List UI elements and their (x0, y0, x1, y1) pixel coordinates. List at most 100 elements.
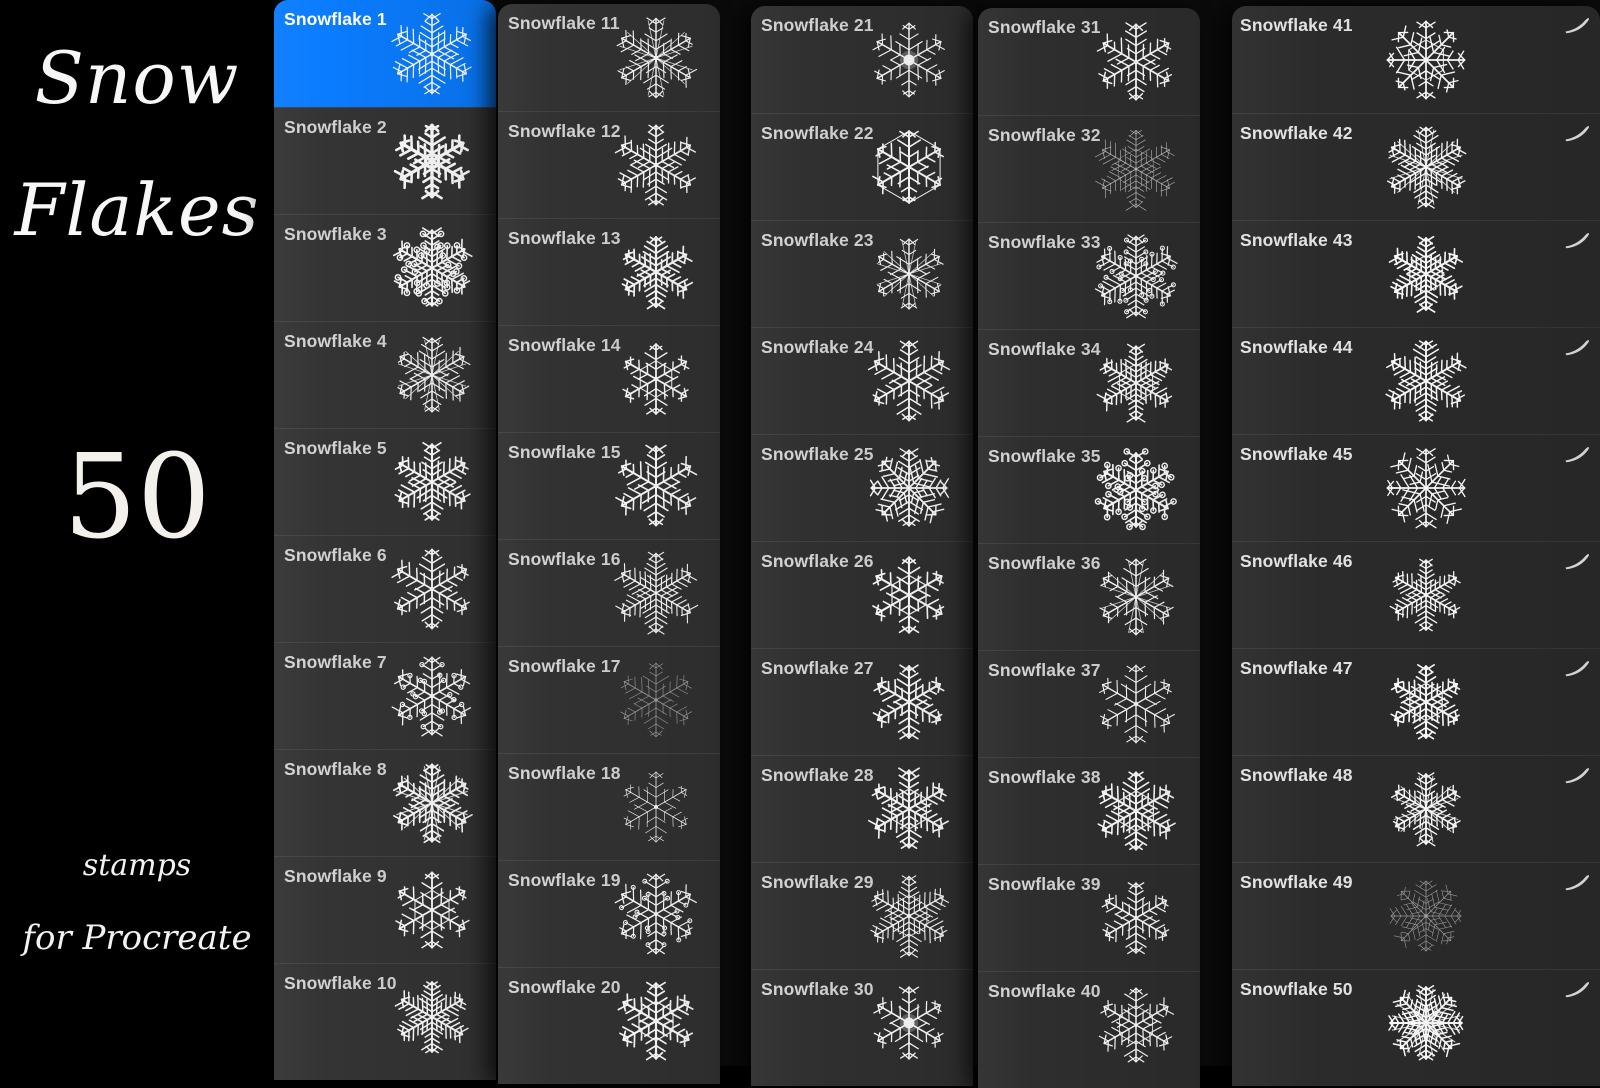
snowflake-thumbnail-icon (863, 121, 955, 213)
brush-row[interactable]: Snowflake 31 (978, 8, 1200, 115)
brush-name-label: Snowflake 48 (1240, 765, 1353, 785)
brush-name-label: Snowflake 2 (284, 117, 387, 137)
brush-row[interactable]: Snowflake 23 (751, 220, 973, 327)
brush-row[interactable]: Snowflake 3 (274, 214, 496, 321)
snowflake-thumbnail-icon (610, 975, 702, 1067)
snowflake-thumbnail-icon (863, 335, 955, 427)
brush-stroke-swipe-icon (1564, 659, 1590, 677)
snowflake-thumbnail-icon (1090, 16, 1182, 108)
brush-column-3[interactable]: Snowflake 21 Snowflake 22 Snowflake 23 Snow… (751, 6, 973, 1086)
brush-name-label: Snowflake 37 (988, 660, 1101, 680)
brush-row[interactable]: Snowflake 12 (498, 111, 720, 218)
brush-row[interactable]: Snowflake 13 (498, 218, 720, 325)
snowflake-thumbnail-icon (610, 12, 702, 104)
snowflake-thumbnail-icon (1090, 551, 1182, 643)
brush-name-label: Snowflake 14 (508, 335, 621, 355)
brush-row[interactable]: Snowflake 10 (274, 963, 496, 1070)
brush-row[interactable]: Snowflake 15 (498, 432, 720, 539)
brush-row[interactable]: Snowflake 32 (978, 115, 1200, 222)
brush-row[interactable]: Snowflake 42 (1232, 113, 1600, 220)
snowflake-thumbnail-icon (863, 549, 955, 641)
brush-row[interactable]: Snowflake 11 (498, 4, 720, 111)
brush-row[interactable]: Snowflake 41 (1232, 6, 1600, 113)
brush-row[interactable]: Snowflake 7 (274, 642, 496, 749)
brush-name-label: Snowflake 12 (508, 121, 621, 141)
brush-name-label: Snowflake 13 (508, 228, 621, 248)
brush-name-label: Snowflake 41 (1240, 15, 1353, 35)
brush-row[interactable]: Snowflake 25 (751, 434, 973, 541)
snowflake-thumbnail-icon (1380, 335, 1472, 427)
brush-name-label: Snowflake 24 (761, 337, 874, 357)
brush-row[interactable]: Snowflake 40 (978, 971, 1200, 1078)
snowflake-thumbnail-icon (1380, 14, 1472, 106)
brush-row[interactable]: Snowflake 47 (1232, 648, 1600, 755)
brush-row[interactable]: Snowflake 39 (978, 864, 1200, 971)
snowflake-thumbnail-icon (1090, 765, 1182, 857)
promo-title-line-1: Snow (34, 36, 240, 120)
snowflake-thumbnail-icon (386, 864, 478, 956)
brush-name-label: Snowflake 20 (508, 977, 621, 997)
brush-row[interactable]: Snowflake 9 (274, 856, 496, 963)
brush-row[interactable]: Snowflake 18 (498, 753, 720, 860)
brush-row[interactable]: Snowflake 38 (978, 757, 1200, 864)
brush-name-label: Snowflake 15 (508, 442, 621, 462)
brush-row[interactable]: Snowflake 44 (1232, 327, 1600, 434)
brush-row[interactable]: Snowflake 45 (1232, 434, 1600, 541)
brush-name-label: Snowflake 28 (761, 765, 874, 785)
brush-row[interactable]: Snowflake 20 (498, 967, 720, 1074)
brush-name-label: Snowflake 18 (508, 763, 621, 783)
brush-row[interactable]: Snowflake 21 (751, 6, 973, 113)
brush-row[interactable]: Snowflake 36 (978, 543, 1200, 650)
brush-row[interactable]: Snowflake 5 (274, 428, 496, 535)
brush-row[interactable]: Snowflake 14 (498, 325, 720, 432)
snowflake-thumbnail-icon (610, 333, 702, 425)
snowflake-thumbnail-icon (610, 547, 702, 639)
brush-row[interactable]: Snowflake 43 (1232, 220, 1600, 327)
brush-row[interactable]: Snowflake 35 (978, 436, 1200, 543)
brush-name-label: Snowflake 11 (508, 13, 620, 33)
brush-row[interactable]: Snowflake 24 (751, 327, 973, 434)
brush-name-label: Snowflake 3 (284, 224, 387, 244)
brush-row[interactable]: Snowflake 4 (274, 321, 496, 428)
brush-name-label: Snowflake 16 (508, 549, 621, 569)
brush-row[interactable]: Snowflake 37 (978, 650, 1200, 757)
brush-column-1[interactable]: Snowflake 1 Snowflake 2 Snowflake 3 Snowfla… (274, 0, 496, 1080)
brush-row[interactable]: Snowflake 34 (978, 329, 1200, 436)
brush-row[interactable]: Snowflake 46 (1232, 541, 1600, 648)
snowflake-thumbnail-icon (863, 870, 955, 962)
brush-row[interactable]: Snowflake 29 (751, 862, 973, 969)
brush-column-4[interactable]: Snowflake 31 Snowflake 32 Snowflake 33 Snow… (978, 8, 1200, 1088)
brush-row[interactable]: Snowflake 16 (498, 539, 720, 646)
brush-row[interactable]: Snowflake 6 (274, 535, 496, 642)
brush-column-2[interactable]: Snowflake 11 Snowflake 12 Snowflake 13 Snow… (498, 4, 720, 1084)
brush-name-label: Snowflake 34 (988, 339, 1101, 359)
snowflake-thumbnail-icon (386, 543, 478, 635)
brush-row[interactable]: Snowflake 48 (1232, 755, 1600, 862)
brush-stroke-swipe-icon (1564, 873, 1590, 891)
brush-name-label: Snowflake 1 (284, 9, 387, 29)
brush-name-label: Snowflake 9 (284, 866, 387, 886)
promo-subtitle-line-2: for Procreate (22, 918, 252, 958)
brush-name-label: Snowflake 35 (988, 446, 1101, 466)
brush-row[interactable]: Snowflake 2 (274, 107, 496, 214)
brush-row[interactable]: Snowflake 27 (751, 648, 973, 755)
brush-row[interactable]: Snowflake 1 (274, 0, 496, 107)
brush-row[interactable]: Snowflake 33 (978, 222, 1200, 329)
brush-row[interactable]: Snowflake 17 (498, 646, 720, 753)
brush-stroke-swipe-icon (1564, 552, 1590, 570)
brush-row[interactable]: Snowflake 50 (1232, 969, 1600, 1076)
snowflake-thumbnail-icon (863, 14, 955, 106)
brush-row[interactable]: Snowflake 30 (751, 969, 973, 1076)
brush-column-5[interactable]: Snowflake 41 Snowflake 42 Snowflake 43 Snow… (1232, 6, 1600, 1086)
brush-stroke-swipe-icon (1564, 231, 1590, 249)
brush-row[interactable]: Snowflake 8 (274, 749, 496, 856)
brush-row[interactable]: Snowflake 22 (751, 113, 973, 220)
brush-row[interactable]: Snowflake 19 (498, 860, 720, 967)
brush-name-label: Snowflake 39 (988, 874, 1101, 894)
brush-row[interactable]: Snowflake 26 (751, 541, 973, 648)
snowflake-thumbnail-icon (386, 757, 478, 849)
brush-row[interactable]: Snowflake 49 (1232, 862, 1600, 969)
promo-subtitle-line-1: stamps (82, 848, 192, 883)
snowflake-thumbnail-icon (1380, 870, 1472, 962)
brush-row[interactable]: Snowflake 28 (751, 755, 973, 862)
